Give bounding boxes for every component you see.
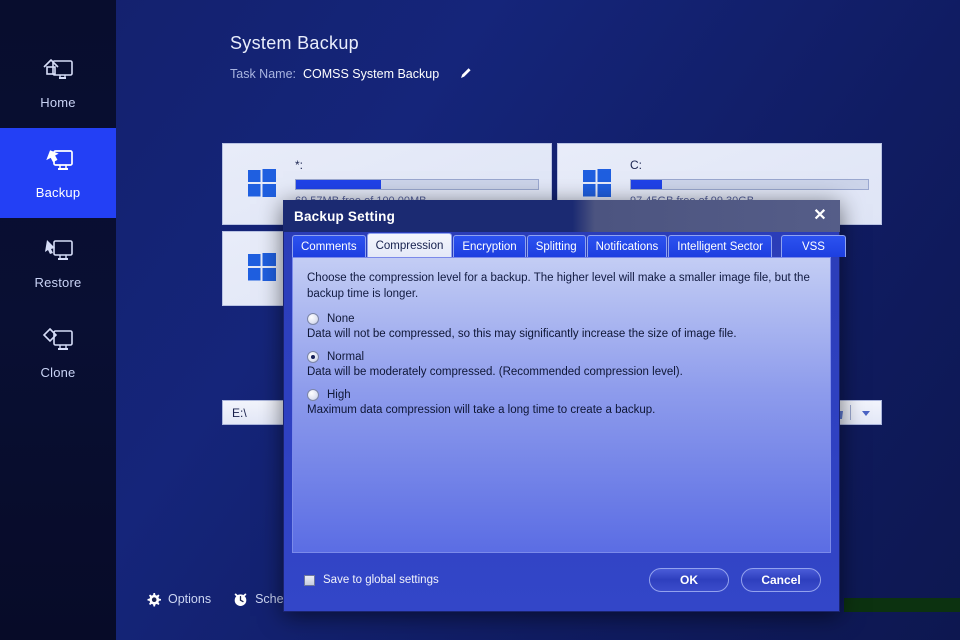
disk-drive-letter: *: xyxy=(295,158,539,172)
compression-option-none[interactable]: None xyxy=(307,313,816,325)
option-label: Normal xyxy=(327,351,364,363)
close-icon[interactable]: ✕ xyxy=(809,204,831,226)
options-button[interactable]: Options xyxy=(146,592,211,607)
tab-vss[interactable]: VSS xyxy=(781,235,846,257)
tab-compression[interactable]: Compression xyxy=(367,233,453,257)
compression-option-high[interactable]: High xyxy=(307,389,816,401)
status-strip xyxy=(844,598,960,612)
task-name-row: Task Name: COMSS System Backup xyxy=(230,66,473,81)
option-label: None xyxy=(327,313,355,325)
destination-path-value: E:\ xyxy=(223,406,247,420)
disk-drive-letter: C: xyxy=(630,158,869,172)
chevron-down-icon[interactable] xyxy=(856,403,876,422)
options-label: Options xyxy=(168,592,211,606)
sidebar-item-home[interactable]: Home xyxy=(0,38,116,128)
option-help-none: Data will not be compressed, so this may… xyxy=(307,328,816,340)
disk-usage-bar xyxy=(630,179,869,190)
ok-button[interactable]: OK xyxy=(649,568,729,592)
dialog-buttons: OK Cancel xyxy=(649,568,821,592)
sidebar-item-label: Restore xyxy=(35,275,82,290)
sidebar: Home Backup Re xyxy=(0,0,116,640)
windows-logo-icon xyxy=(247,252,277,282)
pencil-icon[interactable] xyxy=(458,66,473,81)
panel-description: Choose the compression level for a backu… xyxy=(307,270,816,302)
gear-icon xyxy=(146,592,161,607)
dialog-body: Comments Compression Encryption Splittin… xyxy=(283,232,840,612)
dialog-tabstrip: Comments Compression Encryption Splittin… xyxy=(292,232,831,257)
windows-logo-icon xyxy=(582,168,612,198)
tab-splitting[interactable]: Splitting xyxy=(527,235,586,257)
dialog-title: Backup Setting xyxy=(283,209,395,224)
task-name-value: COMSS System Backup xyxy=(303,67,439,81)
sidebar-item-restore[interactable]: Restore xyxy=(0,218,116,308)
dialog-footer: Save to global settings OK Cancel xyxy=(292,553,831,607)
sidebar-item-label: Clone xyxy=(41,365,76,380)
sidebar-item-label: Home xyxy=(40,95,75,110)
task-name-label: Task Name: xyxy=(230,67,296,81)
clock-icon xyxy=(233,592,248,607)
clone-monitor-icon xyxy=(41,326,75,356)
compression-panel: Choose the compression level for a backu… xyxy=(292,257,831,553)
cancel-button[interactable]: Cancel xyxy=(741,568,821,592)
dialog-titlebar: Backup Setting ✕ xyxy=(283,200,840,232)
radio-none[interactable] xyxy=(307,313,319,325)
tab-intelligent-sector[interactable]: Intelligent Sector xyxy=(668,235,772,257)
sidebar-item-label: Backup xyxy=(36,185,81,200)
save-to-global-settings-label: Save to global settings xyxy=(323,574,439,586)
tab-encryption[interactable]: Encryption xyxy=(453,235,525,257)
option-help-high: Maximum data compression will take a lon… xyxy=(307,404,816,416)
disk-usage-fill xyxy=(631,180,662,189)
save-to-global-settings-checkbox[interactable]: Save to global settings xyxy=(304,574,439,586)
backup-setting-dialog: Backup Setting ✕ Comments Compression En… xyxy=(283,200,840,612)
radio-normal[interactable] xyxy=(307,351,319,363)
backup-monitor-icon xyxy=(41,146,75,176)
toolbar-divider xyxy=(850,405,851,420)
option-help-normal: Data will be moderately compressed. (Rec… xyxy=(307,366,816,378)
sidebar-item-clone[interactable]: Clone xyxy=(0,308,116,398)
disk-usage-bar xyxy=(295,179,539,190)
disk-usage-fill xyxy=(296,180,381,189)
windows-logo-icon xyxy=(247,168,277,198)
restore-monitor-icon xyxy=(41,236,75,266)
application-window: Home Backup Re xyxy=(0,0,960,640)
page-title: System Backup xyxy=(230,33,359,54)
sidebar-item-backup[interactable]: Backup xyxy=(0,128,116,218)
radio-high[interactable] xyxy=(307,389,319,401)
home-monitor-icon xyxy=(41,56,75,86)
compression-option-normal[interactable]: Normal xyxy=(307,351,816,363)
option-label: High xyxy=(327,389,351,401)
tab-notifications[interactable]: Notifications xyxy=(587,235,668,257)
tab-comments[interactable]: Comments xyxy=(292,235,366,257)
checkbox-box[interactable] xyxy=(304,575,315,586)
